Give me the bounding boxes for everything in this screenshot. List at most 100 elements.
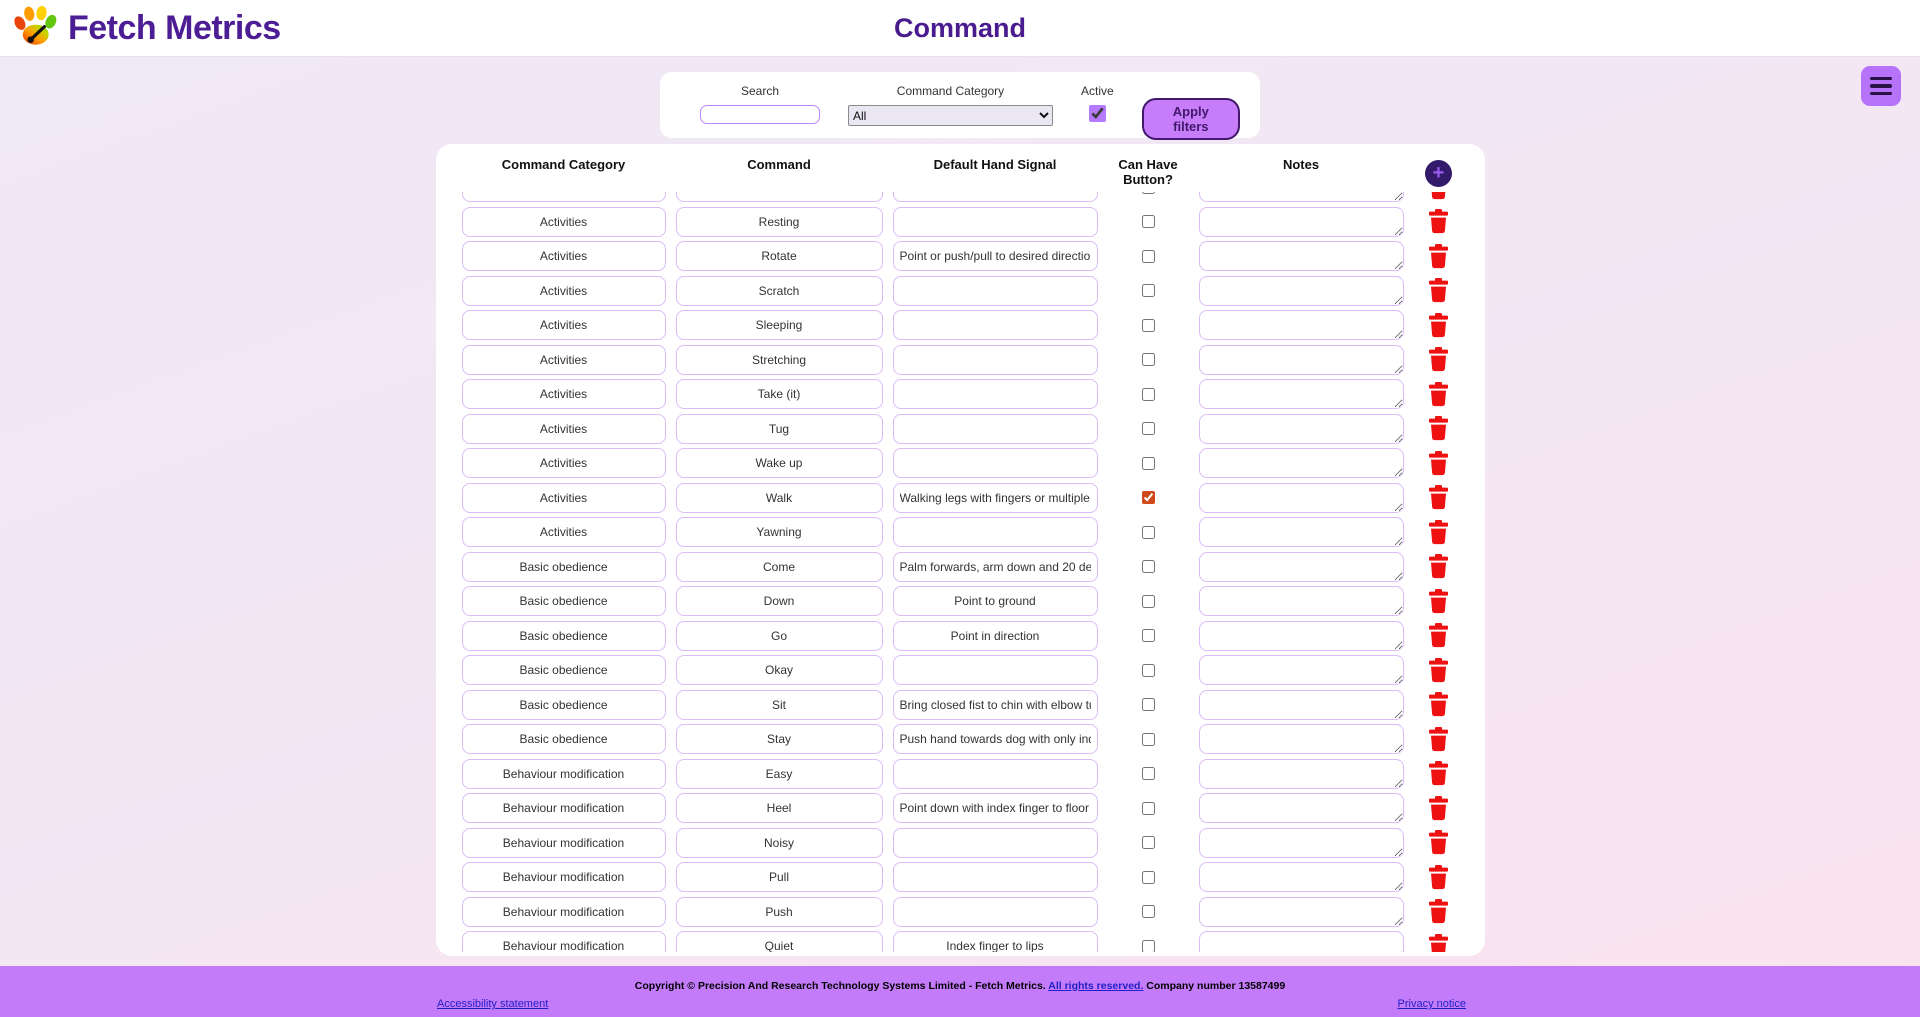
delete-row-button[interactable]: [1428, 727, 1449, 752]
hand-signal-input[interactable]: [893, 345, 1098, 375]
category-input[interactable]: [462, 414, 666, 444]
command-input[interactable]: [676, 759, 883, 789]
search-input[interactable]: [700, 105, 820, 124]
apply-filters-button[interactable]: Apply filters: [1142, 98, 1240, 140]
delete-row-button[interactable]: [1428, 796, 1449, 821]
category-input[interactable]: [462, 724, 666, 754]
delete-row-button[interactable]: [1428, 830, 1449, 855]
category-input[interactable]: [462, 621, 666, 651]
can-have-button-checkbox[interactable]: [1142, 698, 1155, 711]
hand-signal-input[interactable]: [893, 793, 1098, 823]
notes-textarea[interactable]: [1199, 828, 1404, 858]
hand-signal-input[interactable]: [893, 483, 1098, 513]
delete-row-button[interactable]: [1428, 192, 1449, 200]
delete-row-button[interactable]: [1428, 485, 1449, 510]
command-input[interactable]: [676, 621, 883, 651]
notes-textarea[interactable]: [1199, 379, 1404, 409]
delete-row-button[interactable]: [1428, 554, 1449, 579]
can-have-button-checkbox[interactable]: [1142, 284, 1155, 297]
delete-row-button[interactable]: [1428, 520, 1449, 545]
notes-textarea[interactable]: [1199, 862, 1404, 892]
notes-textarea[interactable]: [1199, 552, 1404, 582]
hand-signal-input[interactable]: [893, 192, 1098, 202]
notes-textarea[interactable]: [1199, 655, 1404, 685]
all-rights-reserved-link[interactable]: All rights reserved.: [1048, 980, 1143, 992]
notes-textarea[interactable]: [1199, 586, 1404, 616]
command-input[interactable]: [676, 690, 883, 720]
notes-textarea[interactable]: [1199, 345, 1404, 375]
notes-textarea[interactable]: [1199, 724, 1404, 754]
notes-textarea[interactable]: [1199, 517, 1404, 547]
delete-row-button[interactable]: [1428, 934, 1449, 953]
category-select[interactable]: All: [848, 105, 1053, 126]
can-have-button-checkbox[interactable]: [1142, 526, 1155, 539]
notes-textarea[interactable]: [1199, 621, 1404, 651]
delete-row-button[interactable]: [1428, 416, 1449, 441]
command-input[interactable]: [676, 931, 883, 952]
category-input[interactable]: [462, 448, 666, 478]
category-input[interactable]: [462, 552, 666, 582]
can-have-button-checkbox[interactable]: [1142, 457, 1155, 470]
active-checkbox[interactable]: [1089, 105, 1106, 122]
can-have-button-checkbox[interactable]: [1142, 491, 1155, 504]
notes-textarea[interactable]: [1199, 793, 1404, 823]
can-have-button-checkbox[interactable]: [1142, 905, 1155, 918]
can-have-button-checkbox[interactable]: [1142, 319, 1155, 332]
command-input[interactable]: [676, 828, 883, 858]
category-input[interactable]: [462, 517, 666, 547]
category-input[interactable]: [462, 897, 666, 927]
hand-signal-input[interactable]: [893, 655, 1098, 685]
notes-textarea[interactable]: [1199, 192, 1404, 202]
can-have-button-checkbox[interactable]: [1142, 767, 1155, 780]
category-input[interactable]: [462, 192, 666, 202]
hand-signal-input[interactable]: [893, 517, 1098, 547]
can-have-button-checkbox[interactable]: [1142, 250, 1155, 263]
category-input[interactable]: [462, 655, 666, 685]
hand-signal-input[interactable]: [893, 724, 1098, 754]
command-input[interactable]: [676, 724, 883, 754]
category-input[interactable]: [462, 862, 666, 892]
delete-row-button[interactable]: [1428, 451, 1449, 476]
notes-textarea[interactable]: [1199, 310, 1404, 340]
category-input[interactable]: [462, 793, 666, 823]
command-input[interactable]: [676, 345, 883, 375]
notes-textarea[interactable]: [1199, 483, 1404, 513]
category-input[interactable]: [462, 586, 666, 616]
delete-row-button[interactable]: [1428, 278, 1449, 303]
privacy-notice-link[interactable]: Privacy notice: [1398, 998, 1466, 1010]
category-input[interactable]: [462, 276, 666, 306]
delete-row-button[interactable]: [1428, 692, 1449, 717]
delete-row-button[interactable]: [1428, 382, 1449, 407]
brand[interactable]: Fetch Metrics: [12, 3, 281, 54]
command-input[interactable]: [676, 207, 883, 237]
can-have-button-checkbox[interactable]: [1142, 836, 1155, 849]
can-have-button-checkbox[interactable]: [1142, 595, 1155, 608]
can-have-button-checkbox[interactable]: [1142, 802, 1155, 815]
command-input[interactable]: [676, 192, 883, 202]
can-have-button-checkbox[interactable]: [1142, 733, 1155, 746]
can-have-button-checkbox[interactable]: [1142, 871, 1155, 884]
can-have-button-checkbox[interactable]: [1142, 353, 1155, 366]
command-input[interactable]: [676, 414, 883, 444]
delete-row-button[interactable]: [1428, 623, 1449, 648]
hand-signal-input[interactable]: [893, 897, 1098, 927]
category-input[interactable]: [462, 931, 666, 952]
hand-signal-input[interactable]: [893, 552, 1098, 582]
delete-row-button[interactable]: [1428, 209, 1449, 234]
delete-row-button[interactable]: [1428, 658, 1449, 683]
hand-signal-input[interactable]: [893, 414, 1098, 444]
category-input[interactable]: [462, 483, 666, 513]
notes-textarea[interactable]: [1199, 690, 1404, 720]
category-input[interactable]: [462, 310, 666, 340]
hand-signal-input[interactable]: [893, 828, 1098, 858]
hamburger-menu-button[interactable]: [1861, 66, 1901, 106]
command-input[interactable]: [676, 241, 883, 271]
notes-textarea[interactable]: [1199, 931, 1404, 952]
hand-signal-input[interactable]: [893, 690, 1098, 720]
delete-row-button[interactable]: [1428, 865, 1449, 890]
can-have-button-checkbox[interactable]: [1142, 192, 1155, 194]
command-input[interactable]: [676, 448, 883, 478]
can-have-button-checkbox[interactable]: [1142, 664, 1155, 677]
can-have-button-checkbox[interactable]: [1142, 940, 1155, 953]
hand-signal-input[interactable]: [893, 621, 1098, 651]
